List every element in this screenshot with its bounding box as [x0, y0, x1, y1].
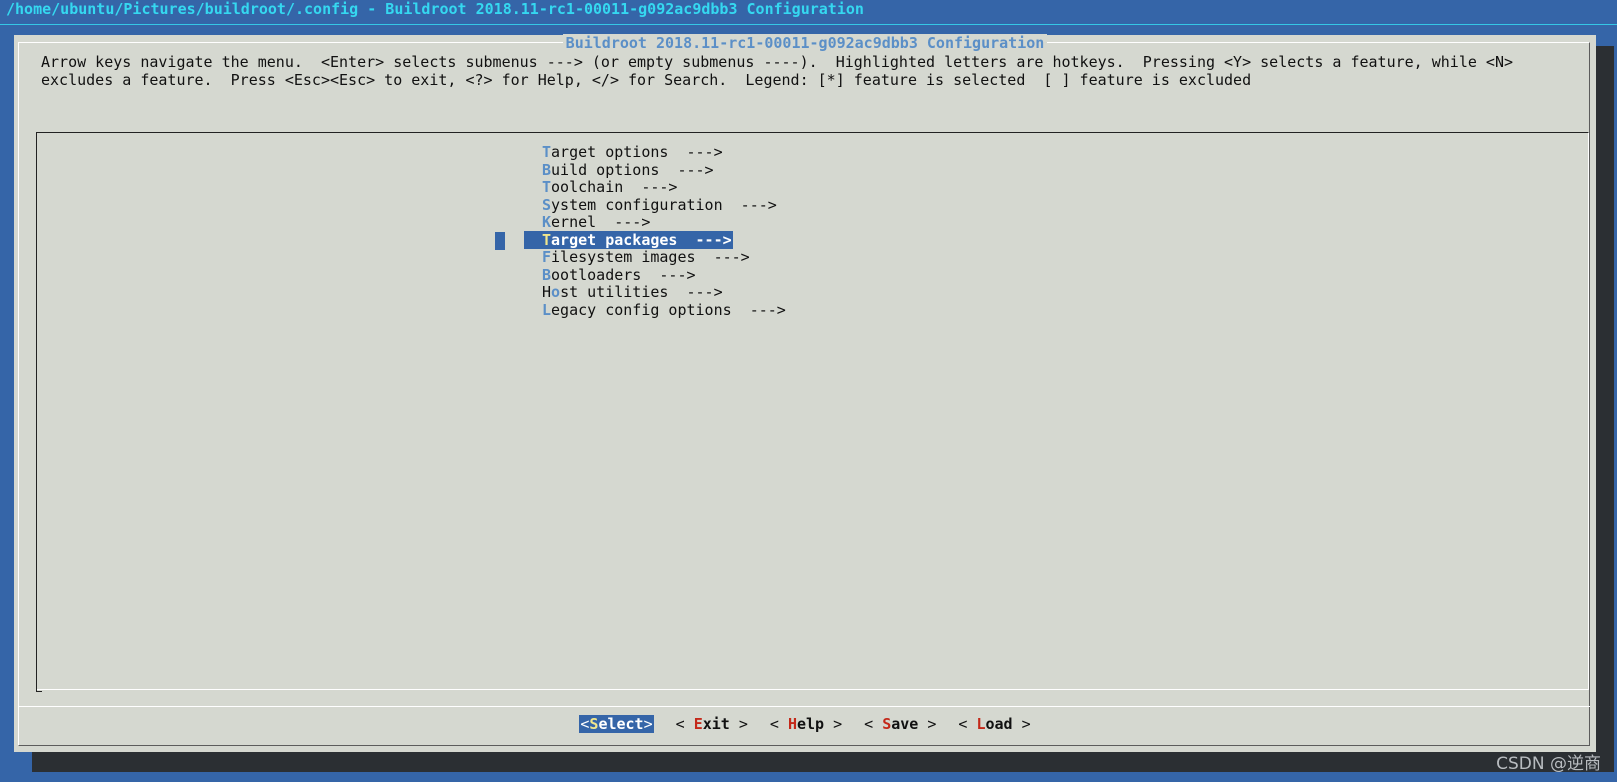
menu-item-hotkey: L — [542, 300, 552, 319]
button-part-left: < — [958, 715, 977, 733]
button-part-hotkey: H — [787, 715, 797, 733]
menu-item-label: Bootloaders ---> — [542, 266, 696, 284]
button-load[interactable]: < Load > — [958, 715, 1030, 733]
button-part-left: < — [769, 715, 788, 733]
menu-item[interactable]: Target options ---> — [542, 143, 786, 161]
button-part-rest: xit — [702, 715, 730, 733]
button-part-rest: oad — [985, 715, 1013, 733]
menu-item-hotkey: K — [542, 213, 552, 231]
window-title: /home/ubuntu/Pictures/buildroot/.config … — [6, 0, 864, 18]
menu-item-text: ilesystem images ---> — [551, 248, 750, 266]
button-part-left: < — [675, 715, 694, 733]
menu-item-prefix: H — [542, 283, 552, 301]
menu-item[interactable]: Host utilities ---> — [542, 283, 786, 301]
button-part-hotkey: E — [693, 715, 703, 733]
button-bar: <Select> < Exit > < Help > < Save > < Load > — [14, 715, 1596, 733]
button-part-left: < — [864, 715, 883, 733]
menu-item-label: Legacy config options ---> — [542, 301, 786, 319]
menu-item[interactable]: Bootloaders ---> — [542, 266, 786, 284]
button-part-hotkey: S — [882, 715, 892, 733]
menu-item-label: Build options ---> — [542, 161, 714, 179]
dialog-shadow-bottom — [32, 752, 1596, 772]
button-part-right: > — [643, 715, 653, 733]
config-dialog: Buildroot 2018.11-rc1-00011-g092ac9dbb3 … — [14, 34, 1596, 752]
menu-item[interactable]: Target packages ---> — [524, 230, 786, 249]
menu-item-hotkey: B — [542, 265, 552, 284]
menu-item[interactable]: Filesystem images ---> — [542, 248, 786, 266]
button-exit[interactable]: < Exit > — [676, 715, 748, 733]
menu-item-label: Toolchain ---> — [542, 178, 677, 196]
button-part-rest: elect — [598, 715, 644, 733]
button-save[interactable]: < Save > — [864, 715, 936, 733]
menu-item[interactable]: System configuration ---> — [542, 196, 786, 214]
button-part-right: > — [824, 715, 843, 733]
menu-item-hotkey: F — [542, 248, 552, 266]
dialog-title-bar: Buildroot 2018.11-rc1-00011-g092ac9dbb3 … — [14, 34, 1596, 52]
menu-item-hotkey: S — [542, 195, 552, 214]
menu-list: Target options ---> Build options ---> Too… — [524, 143, 786, 319]
menu-item[interactable]: Toolchain ---> — [542, 178, 786, 196]
button-part-right: > — [918, 715, 937, 733]
selection-marker — [495, 232, 505, 250]
menu-item-text: arget packages ---> — [551, 230, 732, 249]
help-line-2: excludes a feature. Press <Esc><Esc> to … — [41, 71, 1252, 89]
menu-item-hotkey: T — [542, 143, 552, 161]
menu-item-hotkey: o — [551, 283, 561, 301]
menu-item-text: arget options ---> — [551, 143, 723, 161]
help-line-1: Arrow keys navigate the menu. <Enter> se… — [41, 53, 1514, 71]
button-part-right: > — [729, 715, 748, 733]
menu-item-text: st utilities ---> — [560, 283, 723, 301]
menu-item[interactable]: Legacy config options ---> — [542, 301, 786, 319]
menu-item-label: Kernel ---> — [542, 213, 650, 231]
help-text: Arrow keys navigate the menu. <Enter> se… — [41, 53, 1581, 89]
menu-item-label: Host utilities ---> — [542, 283, 723, 301]
menu-item-label: System configuration ---> — [542, 196, 777, 214]
menu-item-text: uild options ---> — [551, 160, 714, 179]
watermark: CSDN @逆商 — [1496, 754, 1601, 774]
button-separator — [18, 706, 1590, 707]
menu-item-label: Filesystem images ---> — [542, 248, 750, 266]
menu-item-text: ystem configuration ---> — [551, 195, 777, 214]
menu-item-label: Target packages ---> — [524, 230, 733, 249]
menu-box: Target options ---> Build options ---> Too… — [36, 132, 1589, 692]
button-part-right: > — [1012, 715, 1031, 733]
menu-item-label: Target options ---> — [542, 143, 723, 161]
menu-item-text: ootloaders ---> — [551, 265, 696, 284]
dialog-title: Buildroot 2018.11-rc1-00011-g092ac9dbb3 … — [562, 34, 1048, 52]
menu-item-hotkey: T — [542, 178, 552, 196]
menu-item-text: egacy config options ---> — [551, 300, 786, 319]
menu-item-hotkey: B — [542, 160, 552, 179]
dialog-shadow-right — [1596, 46, 1614, 772]
menu-item-text: ernel ---> — [551, 213, 651, 231]
menu-item-text: oolchain ---> — [551, 178, 678, 196]
button-part-rest: elp — [796, 715, 825, 733]
menu-box-corner — [36, 687, 42, 692]
button-help[interactable]: < Help > — [770, 715, 842, 733]
button-part-rest: ave — [891, 715, 919, 733]
title-underline — [0, 24, 1617, 25]
button-select[interactable]: <Select> — [579, 715, 654, 733]
menu-item[interactable]: Build options ---> — [542, 161, 786, 179]
menu-item-hotkey: T — [542, 230, 552, 249]
menu-item[interactable]: Kernel ---> — [542, 213, 786, 231]
